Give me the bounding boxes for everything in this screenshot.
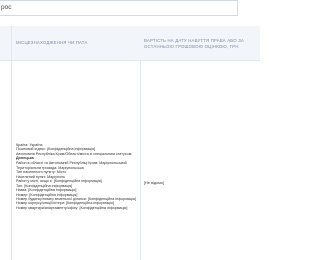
table-column-index [0,26,11,260]
location-detail-line: Автономна Республіка Крим/Області/міста … [16,151,133,156]
location-detail-line: Донецька [16,156,34,161]
search-input[interactable] [0,0,238,16]
table-column-valuation: ВАРТІСТЬ НА ДАТУ НАБУТТЯ ПРАВА АБО ЗА ОС… [140,26,260,260]
declaration-table: МІСЦЕЗНАХОДЖЕННЯ ЧИ ПАТА Країна: Україна… [0,26,260,260]
table-column-location: МІСЦЕЗНАХОДЖЕННЯ ЧИ ПАТА Країна: Україна… [11,26,141,260]
column-header-location: МІСЦЕЗНАХОДЖЕННЯ ЧИ ПАТА [16,40,88,45]
table-header-cell: МІСЦЕЗНАХОДЖЕННЯ ЧИ ПАТА [12,26,140,61]
valuation-value: [Не відомо] [144,181,164,185]
location-detail-line: Номер квартири/апартаменту/офісу: [Конфі… [16,205,128,210]
location-details: Країна: Україна Поштовий індекс: [Конфіде… [16,143,138,210]
table-header-cell: ВАРТІСТЬ НА ДАТУ НАБУТТЯ ПРАВА АБО ЗА ОС… [140,26,260,61]
table-header-cell [0,26,11,61]
column-header-valuation: ВАРТІСТЬ НА ДАТУ НАБУТТЯ ПРАВА АБО ЗА ОС… [144,38,245,49]
